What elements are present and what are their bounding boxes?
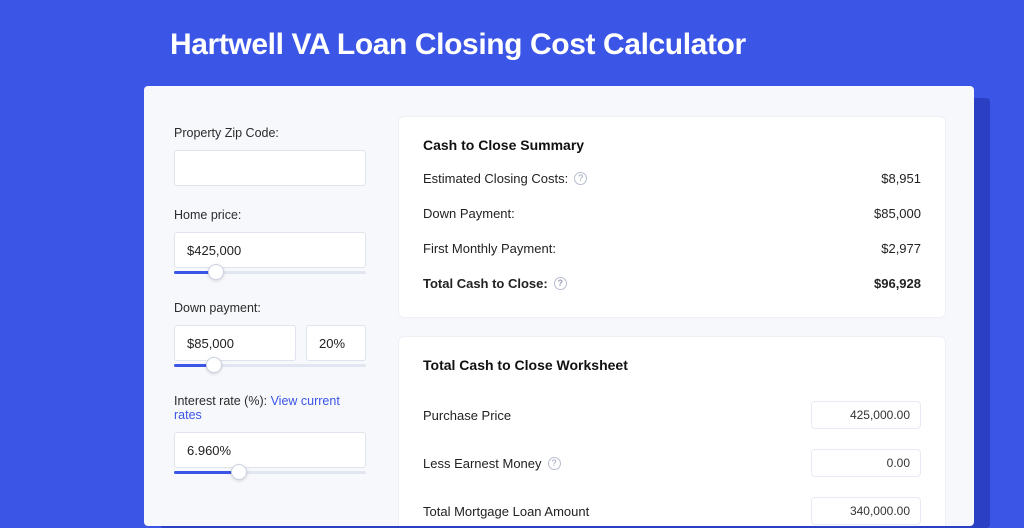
help-icon[interactable]: ? bbox=[548, 457, 561, 470]
worksheet-row: Less Earnest Money ? bbox=[423, 439, 921, 487]
zip-label: Property Zip Code: bbox=[174, 126, 366, 140]
summary-total-value: $96,928 bbox=[874, 276, 921, 291]
down-payment-field: Down payment: bbox=[174, 301, 366, 372]
page-title: Hartwell VA Loan Closing Cost Calculator bbox=[0, 0, 1024, 84]
slider-thumb-icon[interactable] bbox=[206, 357, 222, 373]
summary-row-label: First Monthly Payment: bbox=[423, 241, 556, 256]
summary-total-label: Total Cash to Close: bbox=[423, 276, 548, 291]
interest-rate-slider[interactable] bbox=[174, 467, 366, 479]
down-payment-label: Down payment: bbox=[174, 301, 366, 315]
worksheet-row-label: Less Earnest Money bbox=[423, 456, 542, 471]
summary-row: Estimated Closing Costs: ? $8,951 bbox=[423, 171, 921, 206]
worksheet-row-input[interactable] bbox=[811, 497, 921, 525]
results-panel: Cash to Close Summary Estimated Closing … bbox=[384, 86, 974, 526]
down-payment-slider[interactable] bbox=[174, 360, 366, 372]
zip-input[interactable] bbox=[174, 150, 366, 186]
home-price-label: Home price: bbox=[174, 208, 366, 222]
worksheet-row: Total Mortgage Loan Amount bbox=[423, 487, 921, 526]
interest-rate-field: Interest rate (%): View current rates bbox=[174, 394, 366, 479]
slider-thumb-icon[interactable] bbox=[208, 264, 224, 280]
summary-row-value: $2,977 bbox=[881, 241, 921, 256]
help-icon[interactable]: ? bbox=[574, 172, 587, 185]
summary-title: Cash to Close Summary bbox=[423, 137, 921, 153]
summary-total-row: Total Cash to Close: ? $96,928 bbox=[423, 276, 921, 311]
summary-row-value: $8,951 bbox=[881, 171, 921, 186]
home-price-input[interactable] bbox=[174, 232, 366, 268]
summary-row: Down Payment: $85,000 bbox=[423, 206, 921, 241]
down-payment-pct-input[interactable] bbox=[306, 325, 366, 361]
worksheet-row-label: Total Mortgage Loan Amount bbox=[423, 504, 589, 519]
calculator-card: Property Zip Code: Home price: Down paym… bbox=[144, 86, 974, 526]
summary-row: First Monthly Payment: $2,977 bbox=[423, 241, 921, 276]
worksheet-row: Purchase Price bbox=[423, 391, 921, 439]
worksheet-row-input[interactable] bbox=[811, 401, 921, 429]
summary-row-label: Down Payment: bbox=[423, 206, 515, 221]
summary-row-value: $85,000 bbox=[874, 206, 921, 221]
summary-row-label: Estimated Closing Costs: bbox=[423, 171, 568, 186]
inputs-panel: Property Zip Code: Home price: Down paym… bbox=[144, 86, 384, 526]
down-payment-input[interactable] bbox=[174, 325, 296, 361]
interest-rate-label: Interest rate (%): View current rates bbox=[174, 394, 366, 422]
interest-rate-input[interactable] bbox=[174, 432, 366, 468]
worksheet-title: Total Cash to Close Worksheet bbox=[423, 357, 921, 373]
home-price-field: Home price: bbox=[174, 208, 366, 279]
zip-field: Property Zip Code: bbox=[174, 126, 366, 186]
home-price-slider[interactable] bbox=[174, 267, 366, 279]
slider-thumb-icon[interactable] bbox=[231, 464, 247, 480]
worksheet-row-label: Purchase Price bbox=[423, 408, 511, 423]
worksheet-panel: Total Cash to Close Worksheet Purchase P… bbox=[398, 336, 946, 526]
summary-panel: Cash to Close Summary Estimated Closing … bbox=[398, 116, 946, 318]
help-icon[interactable]: ? bbox=[554, 277, 567, 290]
worksheet-row-input[interactable] bbox=[811, 449, 921, 477]
